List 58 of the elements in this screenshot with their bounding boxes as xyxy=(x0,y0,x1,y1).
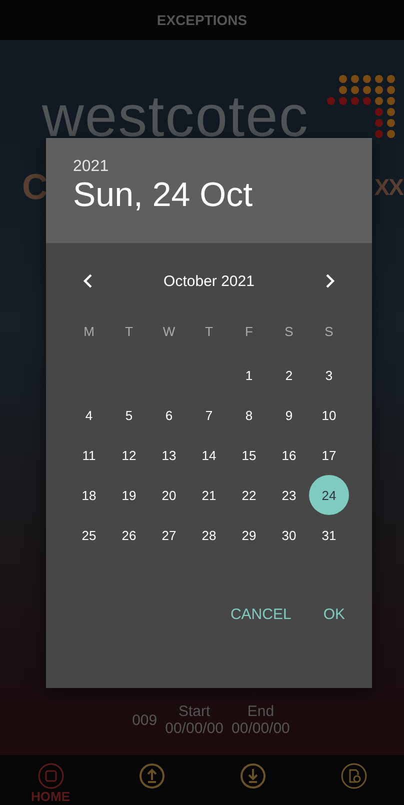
calendar-day[interactable]: 23 xyxy=(269,475,309,515)
selected-date[interactable]: Sun, 24 Oct xyxy=(73,176,253,215)
start-label: Start xyxy=(178,703,210,720)
calendar-day[interactable]: 21 xyxy=(189,475,229,515)
calendar-day[interactable]: 20 xyxy=(149,475,189,515)
dialog-button[interactable]: CANCEL xyxy=(218,598,304,631)
calendar-day[interactable]: 28 xyxy=(189,515,229,555)
download-icon xyxy=(240,763,266,789)
calendar-day[interactable]: 16 xyxy=(269,435,309,475)
calendar-day[interactable]: 24 xyxy=(309,475,349,515)
logo-text: westcotec xyxy=(42,88,309,146)
calendar-day[interactable]: 6 xyxy=(149,395,189,435)
calendar-day[interactable]: 11 xyxy=(69,435,109,475)
calendar-day[interactable]: 30 xyxy=(269,515,309,555)
weekday-label: T xyxy=(205,324,213,338)
end-label: End xyxy=(247,703,274,720)
year-text[interactable]: 2021 xyxy=(73,158,109,176)
calendar-day[interactable]: 25 xyxy=(69,515,109,555)
calendar-day[interactable]: 4 xyxy=(69,395,109,435)
calendar-day[interactable]: 8 xyxy=(229,395,269,435)
dialog-button[interactable]: OK xyxy=(311,598,357,631)
screen-title: EXCEPTIONS xyxy=(156,12,248,28)
calendar-day[interactable]: 27 xyxy=(149,515,189,555)
weekday-label: F xyxy=(245,324,253,338)
calendar-day[interactable]: 18 xyxy=(69,475,109,515)
record-number: 009 xyxy=(132,712,158,728)
weekday-label: S xyxy=(284,324,294,338)
calendar-day[interactable]: 17 xyxy=(309,435,349,475)
calendar-day[interactable]: 2 xyxy=(269,355,309,395)
upload-icon xyxy=(138,763,164,789)
start-date: 00/00/00 xyxy=(165,720,224,737)
calendar-day[interactable]: 19 xyxy=(109,475,149,515)
calendar-day[interactable]: 15 xyxy=(229,435,269,475)
calendar-day[interactable]: 14 xyxy=(189,435,229,475)
weekday-label: T xyxy=(125,324,133,338)
calendar-day[interactable]: 13 xyxy=(149,435,189,475)
calendar-day[interactable]: 7 xyxy=(189,395,229,435)
calendar-day[interactable]: 9 xyxy=(269,395,309,435)
weekday-label: W xyxy=(162,324,176,338)
file-clock-icon xyxy=(340,763,366,789)
calendar-day[interactable]: 12 xyxy=(109,435,149,475)
month-title: October 2021 xyxy=(164,272,254,290)
previous-month-icon[interactable] xyxy=(83,273,93,289)
calendar-day[interactable]: 1 xyxy=(229,355,269,395)
next-month-icon[interactable] xyxy=(325,273,335,289)
title-text: XX xyxy=(374,174,403,200)
calendar-day[interactable]: 22 xyxy=(229,475,269,515)
calendar-day[interactable]: 5 xyxy=(109,395,149,435)
weekday-label: M xyxy=(84,324,94,338)
weekday-label: S xyxy=(324,324,334,338)
calendar-day[interactable]: 31 xyxy=(309,515,349,555)
calendar-day[interactable]: 3 xyxy=(309,355,349,395)
title-text: C xyxy=(22,166,48,208)
calendar-day[interactable]: 29 xyxy=(229,515,269,555)
square-circle-icon xyxy=(38,763,64,789)
calendar-day[interactable]: 10 xyxy=(309,395,349,435)
end-date: 00/00/00 xyxy=(232,720,290,737)
calendar-day[interactable]: 26 xyxy=(109,515,149,555)
